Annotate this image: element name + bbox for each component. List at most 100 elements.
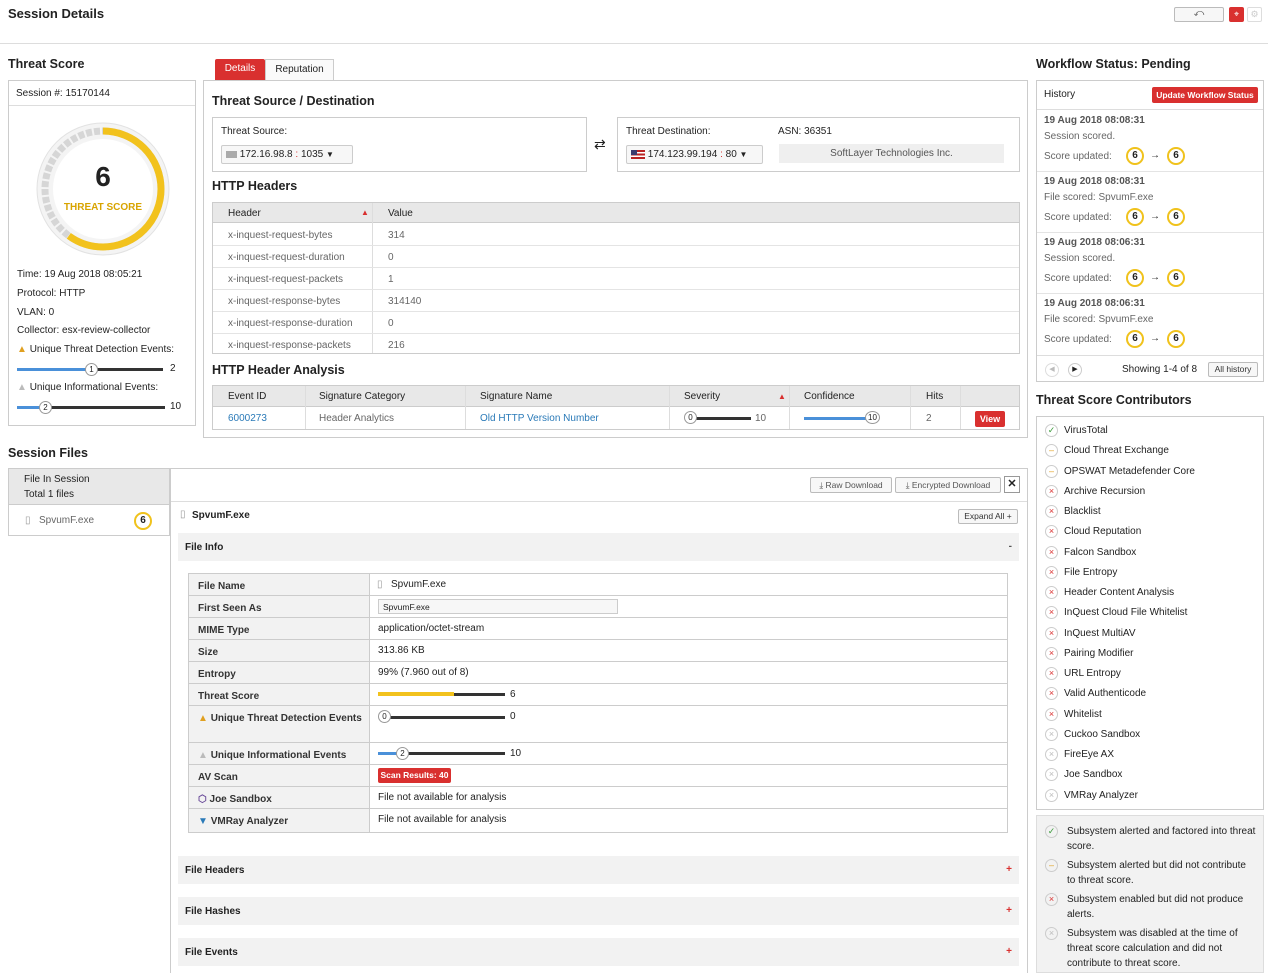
history-score-label: Score updated: xyxy=(1044,212,1112,223)
file-info-row: ⬡ Joe Sandbox File not available for anal… xyxy=(189,787,1007,809)
contributor-name: File Entropy xyxy=(1064,566,1118,578)
sort-asc-icon[interactable]: ▲ xyxy=(361,208,369,217)
raw-download-button[interactable]: ⤓ Raw Download xyxy=(810,477,892,493)
file-info-value: File not available for analysis xyxy=(378,814,507,825)
x-icon: × xyxy=(1045,687,1058,701)
sig-name-link[interactable]: Old HTTP Version Number xyxy=(480,413,599,424)
file-info-label: File Info xyxy=(185,542,224,553)
header-value: 216 xyxy=(388,340,405,351)
file-info-label: MIME Type xyxy=(198,623,363,638)
file-info-label: Threat Score xyxy=(198,689,363,704)
file-info-section[interactable]: File Info - xyxy=(178,533,1019,561)
file-score-badge: 6 xyxy=(134,512,152,530)
history-score-label: Score updated: xyxy=(1044,334,1112,345)
file-events-section[interactable]: File Events + xyxy=(178,938,1019,966)
back-button[interactable]: ⤺ xyxy=(1174,7,1224,22)
contributor-name: InQuest MultiAV xyxy=(1064,627,1136,639)
page-title: Session Details xyxy=(8,6,105,21)
table-row: x-inquest-response-packets 216 xyxy=(213,334,1019,356)
unique-info-fill xyxy=(378,752,398,755)
next-page-button[interactable]: ▶ xyxy=(1068,363,1082,377)
http-headers-table: Header ▲ Value x-inquest-request-bytes 31… xyxy=(212,202,1020,354)
contributor-item: × InQuest MultiAV xyxy=(1045,626,1260,643)
http-analysis-title: HTTP Header Analysis xyxy=(212,363,345,377)
x-icon: × xyxy=(1045,707,1058,721)
contributor-name: Joe Sandbox xyxy=(1064,769,1123,781)
file-events-label: File Events xyxy=(185,947,238,958)
expand-all-label: Expand All xyxy=(964,511,1005,521)
x-icon: × xyxy=(1045,626,1058,640)
tab-details[interactable]: Details xyxy=(215,59,265,80)
history-entry: 19 Aug 2018 08:06:31 Session scored. Score… xyxy=(1037,237,1263,295)
prev-page-button[interactable]: ◀ xyxy=(1045,363,1059,377)
all-history-button[interactable]: All history xyxy=(1208,362,1258,377)
unique-info-knob: 2 xyxy=(396,747,409,760)
x-icon: × xyxy=(1045,565,1058,579)
table-row: x-inquest-request-duration 0 xyxy=(213,246,1019,268)
history-text: Session scored. xyxy=(1044,131,1116,142)
encrypted-download-button[interactable]: ⤓ Encrypted Download xyxy=(895,477,1001,493)
arrow-right-icon: → xyxy=(1150,211,1160,222)
contributor-item: × URL Entropy xyxy=(1045,667,1260,683)
file-info-label: ▲ Unique Informational Events xyxy=(198,748,363,763)
settings-button[interactable]: ⚙ xyxy=(1247,7,1262,22)
swap-arrows-icon: ⇄ xyxy=(594,136,606,152)
update-workflow-button[interactable]: Update Workflow Status xyxy=(1152,87,1258,103)
contributor-item: × Joe Sandbox xyxy=(1045,768,1260,784)
file-info-value: 99% (7.960 out of 8) xyxy=(378,667,469,678)
contributor-item: – OPSWAT Metadefender Core xyxy=(1045,464,1260,481)
confidence-col: Confidence xyxy=(804,391,855,402)
expand-all-button[interactable]: Expand All + xyxy=(958,509,1018,524)
file-info-label: Entropy xyxy=(198,667,363,682)
close-button[interactable]: ✕ xyxy=(1004,476,1020,493)
history-time: 19 Aug 2018 08:08:31 xyxy=(1044,115,1145,126)
encrypted-download-label: Encrypted Download xyxy=(911,480,991,490)
sort-asc-icon[interactable]: ▲ xyxy=(778,392,786,401)
event-id-link[interactable]: 6000273 xyxy=(228,413,267,424)
tab-reputation[interactable]: Reputation xyxy=(265,59,334,80)
file-info-value: application/octet-stream xyxy=(378,623,485,634)
severity-knob: 0 xyxy=(684,411,697,424)
threat-destination-select[interactable]: 174.123.99.194 : 80 ▼ xyxy=(626,145,763,164)
legend-text: Subsystem alerted and factored into thre… xyxy=(1067,826,1256,852)
session-time: Time: 19 Aug 2018 08:05:21 xyxy=(17,269,143,280)
source-port: 1035 xyxy=(300,149,324,160)
contributor-item: × File Entropy xyxy=(1045,565,1260,582)
contributor-name: Header Content Analysis xyxy=(1064,587,1175,598)
table-row: x-inquest-response-duration 0 xyxy=(213,312,1019,334)
av-scan-button[interactable]: Scan Results: 40 xyxy=(378,768,451,783)
header-col[interactable]: Header xyxy=(228,208,261,219)
expand-icon: + xyxy=(1006,905,1012,916)
file-icon: ▯ xyxy=(180,509,186,520)
file-list-item[interactable]: ▯ SpvumF.exe 6 xyxy=(9,506,169,535)
score-to-badge: 6 xyxy=(1167,147,1185,165)
history-entry: 19 Aug 2018 08:06:31 File scored: SpvumF.… xyxy=(1037,298,1263,356)
info-triangle-icon: ▲ xyxy=(17,382,27,393)
arrow-right-icon: → xyxy=(1150,272,1160,283)
file-info-label: ▼ VMRay Analyzer xyxy=(198,814,363,829)
file-hashes-section[interactable]: File Hashes + xyxy=(178,897,1019,925)
file-headers-section[interactable]: File Headers + xyxy=(178,856,1019,884)
contributor-name: Cuckoo Sandbox xyxy=(1064,728,1141,740)
threat-source-select[interactable]: 172.16.98.8 : 1035 ▼ xyxy=(221,145,353,164)
close-icon: ✕ xyxy=(1007,478,1017,490)
file-icon: ▯ xyxy=(25,515,31,526)
view-button[interactable]: View xyxy=(975,411,1005,427)
first-seen-input[interactable]: SpvumF.exe xyxy=(378,599,618,614)
severity-col[interactable]: Severity xyxy=(684,391,720,402)
file-info-label: AV Scan xyxy=(198,770,363,785)
threat-score-panel: Session #: 15170144 6 THREAT SCORE Time:… xyxy=(8,80,196,426)
unique-info-max: 10 xyxy=(170,401,182,412)
table-row: x-inquest-request-bytes 314 xyxy=(213,224,1019,246)
header-name: x-inquest-request-bytes xyxy=(228,230,333,241)
contributor-name: OPSWAT Metadefender Core xyxy=(1064,465,1195,477)
unique-info-label: Unique Informational Events: xyxy=(29,382,159,393)
event-id-col: Event ID xyxy=(228,391,267,402)
contributor-item: – Cloud Threat Exchange xyxy=(1045,444,1260,460)
x-icon: × xyxy=(1045,646,1058,660)
sig-name-col: Signature Name xyxy=(480,391,553,402)
target-button[interactable]: ⌖ xyxy=(1229,7,1244,22)
score-to-badge: 6 xyxy=(1167,208,1185,226)
contributor-item: × InQuest Cloud File Whitelist xyxy=(1045,606,1260,622)
x-icon: × xyxy=(1045,768,1058,782)
